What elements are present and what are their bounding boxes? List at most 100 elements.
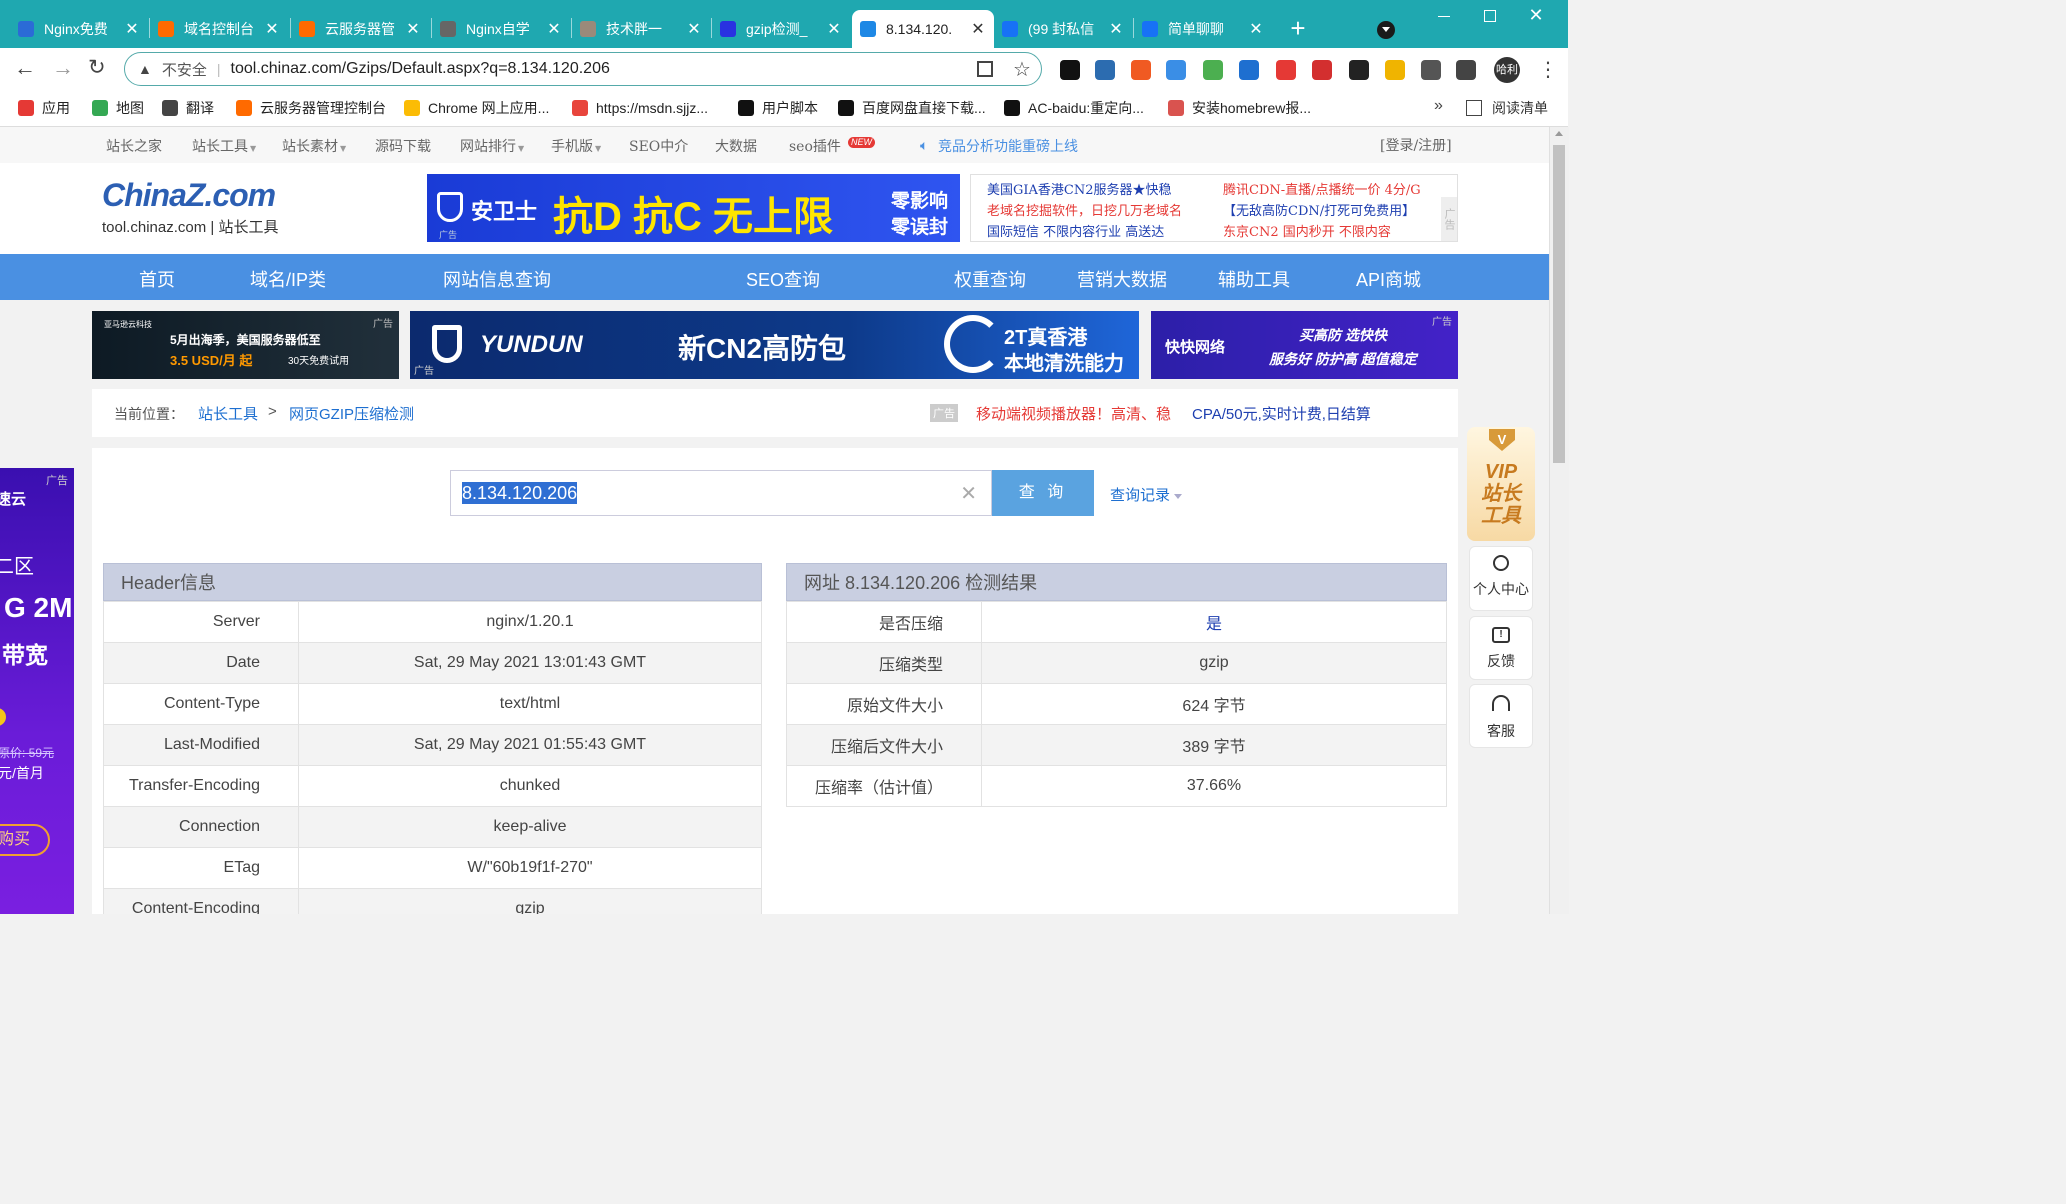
bookmark-item[interactable]: 用户脚本 <box>738 98 818 118</box>
browser-tab[interactable]: 技术胖一 ✕ <box>572 10 710 48</box>
promo-link[interactable]: 竞品分析功能重磅上线 <box>938 136 1078 156</box>
maximize-button[interactable] <box>1478 6 1502 26</box>
breadcrumb-item-current[interactable]: 网页GZIP压缩检测 <box>289 403 414 424</box>
close-icon[interactable]: ✕ <box>826 19 842 39</box>
main-nav-item[interactable]: API商城 <box>1356 266 1421 292</box>
page-scrollbar[interactable] <box>1549 127 1569 914</box>
new-tab-button[interactable]: + <box>1284 14 1312 42</box>
scrollbar-up-arrow[interactable] <box>1555 131 1563 136</box>
close-icon[interactable]: ✕ <box>1248 19 1264 39</box>
topnav-item[interactable]: 大数据 <box>715 136 757 156</box>
forward-button[interactable]: → <box>52 57 76 81</box>
site-logo[interactable]: ChinaZ.com tool.chinaz.com | 站长工具 <box>102 177 322 237</box>
text-ad-link[interactable]: 美国GIA香港CN2服务器★快稳 <box>987 179 1172 198</box>
reading-list-button[interactable]: 阅读清单 <box>1466 98 1548 118</box>
extension-icon[interactable] <box>1421 60 1441 80</box>
extension-icon[interactable] <box>1456 60 1476 80</box>
customer-service-button[interactable]: 客服 <box>1469 684 1533 748</box>
extension-icon[interactable] <box>1060 60 1080 80</box>
search-button[interactable]: 查 询 <box>992 470 1094 516</box>
topnav-item[interactable]: 站长素材 ▼ <box>282 136 346 156</box>
qr-code-icon[interactable] <box>977 61 993 77</box>
topnav-item[interactable]: SEO中介 <box>629 136 688 156</box>
topnav-item[interactable]: seo插件 <box>789 136 841 156</box>
main-nav-item[interactable]: 网站信息查询 <box>443 266 551 292</box>
left-float-ad[interactable]: 广告 速云 二区 G 2M 带宽 原价: 59元 元/首月 购买 <box>0 468 74 914</box>
banner-ad-kuaikuai[interactable]: 快快网络 买高防 选快快 服务好 防护高 超值稳定 广告 <box>1151 311 1458 379</box>
address-bar[interactable]: ▲ 不安全 | tool.chinaz.com/Gzips/Default.as… <box>124 52 1042 86</box>
close-icon[interactable]: ✕ <box>686 19 702 39</box>
banner-ad-aws[interactable]: 亚马逊云科技 5月出海季，美国服务器低至 3.5 USD/月 起 30天免费试用… <box>92 311 399 379</box>
close-icon[interactable]: ✕ <box>970 19 986 39</box>
breadcrumb-item-tools[interactable]: 站长工具 <box>198 403 258 424</box>
browser-tab[interactable]: Nginx免费 ✕ <box>10 10 148 48</box>
text-ad-link[interactable]: 老域名挖掘软件，日挖几万老域名 <box>987 200 1182 219</box>
search-input[interactable]: 8.134.120.206 ✕ <box>450 470 992 516</box>
bookmark-item[interactable]: 翻译 <box>162 98 214 118</box>
banner-ad-yundun[interactable]: YUNDUN 新CN2高防包 2T真香港 本地清洗能力 广告 <box>410 311 1139 379</box>
profile-avatar[interactable]: 哈利 <box>1494 57 1520 83</box>
bookmark-item[interactable]: Chrome 网上应用... <box>404 98 549 118</box>
extension-icon[interactable] <box>1349 60 1369 80</box>
user-center-button[interactable]: 个人中心 <box>1469 546 1533 611</box>
main-nav-item[interactable]: SEO查询 <box>746 266 820 292</box>
topnav-item[interactable]: 站长之家 <box>106 136 162 156</box>
extension-icon[interactable] <box>1131 60 1151 80</box>
vip-badge[interactable]: V VIP 站长工具 <box>1467 427 1535 541</box>
bookmark-star-icon[interactable]: ☆ <box>1013 57 1031 82</box>
topnav-item[interactable]: 源码下载 <box>375 136 431 156</box>
bookmark-item[interactable]: 云服务器管理控制台 <box>236 98 386 118</box>
close-window-button[interactable]: ✕ <box>1524 4 1548 26</box>
reload-button[interactable]: ↻ <box>88 56 112 80</box>
text-ad-link[interactable]: 【无敌高防CDN/打死可免费用】 <box>1223 200 1415 219</box>
clear-icon[interactable]: ✕ <box>960 481 977 506</box>
bookmark-item[interactable]: 应用 <box>18 98 70 118</box>
scrollbar-thumb[interactable] <box>1553 145 1565 463</box>
tab-search-button[interactable] <box>1377 21 1395 39</box>
main-nav-item[interactable]: 首页 <box>139 266 175 292</box>
header-banner-ad[interactable]: 安卫士 抗D 抗C 无上限 零影响 零误封 广告 <box>427 174 960 242</box>
topnav-item[interactable]: 手机版 ▼ <box>551 136 601 156</box>
extension-icon[interactable] <box>1203 60 1223 80</box>
topnav-item[interactable]: 网站排行 ▼ <box>460 136 524 156</box>
extension-icon[interactable] <box>1385 60 1405 80</box>
browser-tab[interactable]: 云服务器管 ✕ <box>291 10 429 48</box>
ad-buy-button[interactable]: 购买 <box>0 824 50 856</box>
browser-tab[interactable]: 简单聊聊 ✕ <box>1134 10 1272 48</box>
extension-icon[interactable] <box>1312 60 1332 80</box>
url-text[interactable]: tool.chinaz.com/Gzips/Default.aspx?q=8.1… <box>231 60 610 78</box>
extension-icon[interactable] <box>1095 60 1115 80</box>
query-history-link[interactable]: 查询记录 <box>1110 484 1183 505</box>
text-ad-link[interactable]: CPA/50元,实时计费,日结算 <box>1192 403 1371 424</box>
bookmark-item[interactable]: 地图 <box>92 98 144 118</box>
topnav-item[interactable]: 站长工具 ▼ <box>192 136 256 156</box>
browser-tab[interactable]: gzip检测_ ✕ <box>712 10 850 48</box>
close-icon[interactable]: ✕ <box>124 19 140 39</box>
bookmark-item[interactable]: 安装homebrew报... <box>1168 98 1311 118</box>
close-icon[interactable]: ✕ <box>264 19 280 39</box>
main-nav-item[interactable]: 辅助工具 <box>1218 266 1290 292</box>
text-ad-link[interactable]: 腾讯CDN-直播/点播统一价 4分/G <box>1223 179 1421 198</box>
close-icon[interactable]: ✕ <box>1108 19 1124 39</box>
bookmarks-more-button[interactable]: » <box>1434 97 1443 115</box>
browser-tab[interactable]: 域名控制台 ✕ <box>150 10 288 48</box>
feedback-button[interactable]: ! 反馈 <box>1469 616 1533 680</box>
close-icon[interactable]: ✕ <box>546 19 562 39</box>
minimize-button[interactable] <box>1432 6 1456 26</box>
bookmark-item[interactable]: AC-baidu:重定向... <box>1004 98 1144 118</box>
extension-icon[interactable] <box>1276 60 1296 80</box>
main-nav-item[interactable]: 营销大数据 <box>1077 266 1167 292</box>
text-ad-link[interactable]: 东京CN2 国内秒开 不限内容 <box>1223 221 1391 240</box>
text-ad-link[interactable]: 国际短信 不限内容行业 高送达 <box>987 221 1164 240</box>
bookmark-item[interactable]: https://msdn.sjjz... <box>572 98 708 118</box>
text-ad-link[interactable]: 移动端视频播放器！高清、稳 <box>976 403 1171 424</box>
security-status[interactable]: 不安全 <box>162 59 207 80</box>
browser-tab[interactable]: 8.134.120. ✕ <box>852 10 994 48</box>
browser-menu-icon[interactable]: ⋮ <box>1538 58 1558 82</box>
browser-tab[interactable]: Nginx自学 ✕ <box>432 10 570 48</box>
extension-icon[interactable] <box>1166 60 1186 80</box>
main-nav-item[interactable]: 域名/IP类 <box>250 266 326 292</box>
back-button[interactable]: ← <box>14 57 38 81</box>
bookmark-item[interactable]: 百度网盘直接下载... <box>838 98 986 118</box>
extension-icon[interactable] <box>1239 60 1259 80</box>
